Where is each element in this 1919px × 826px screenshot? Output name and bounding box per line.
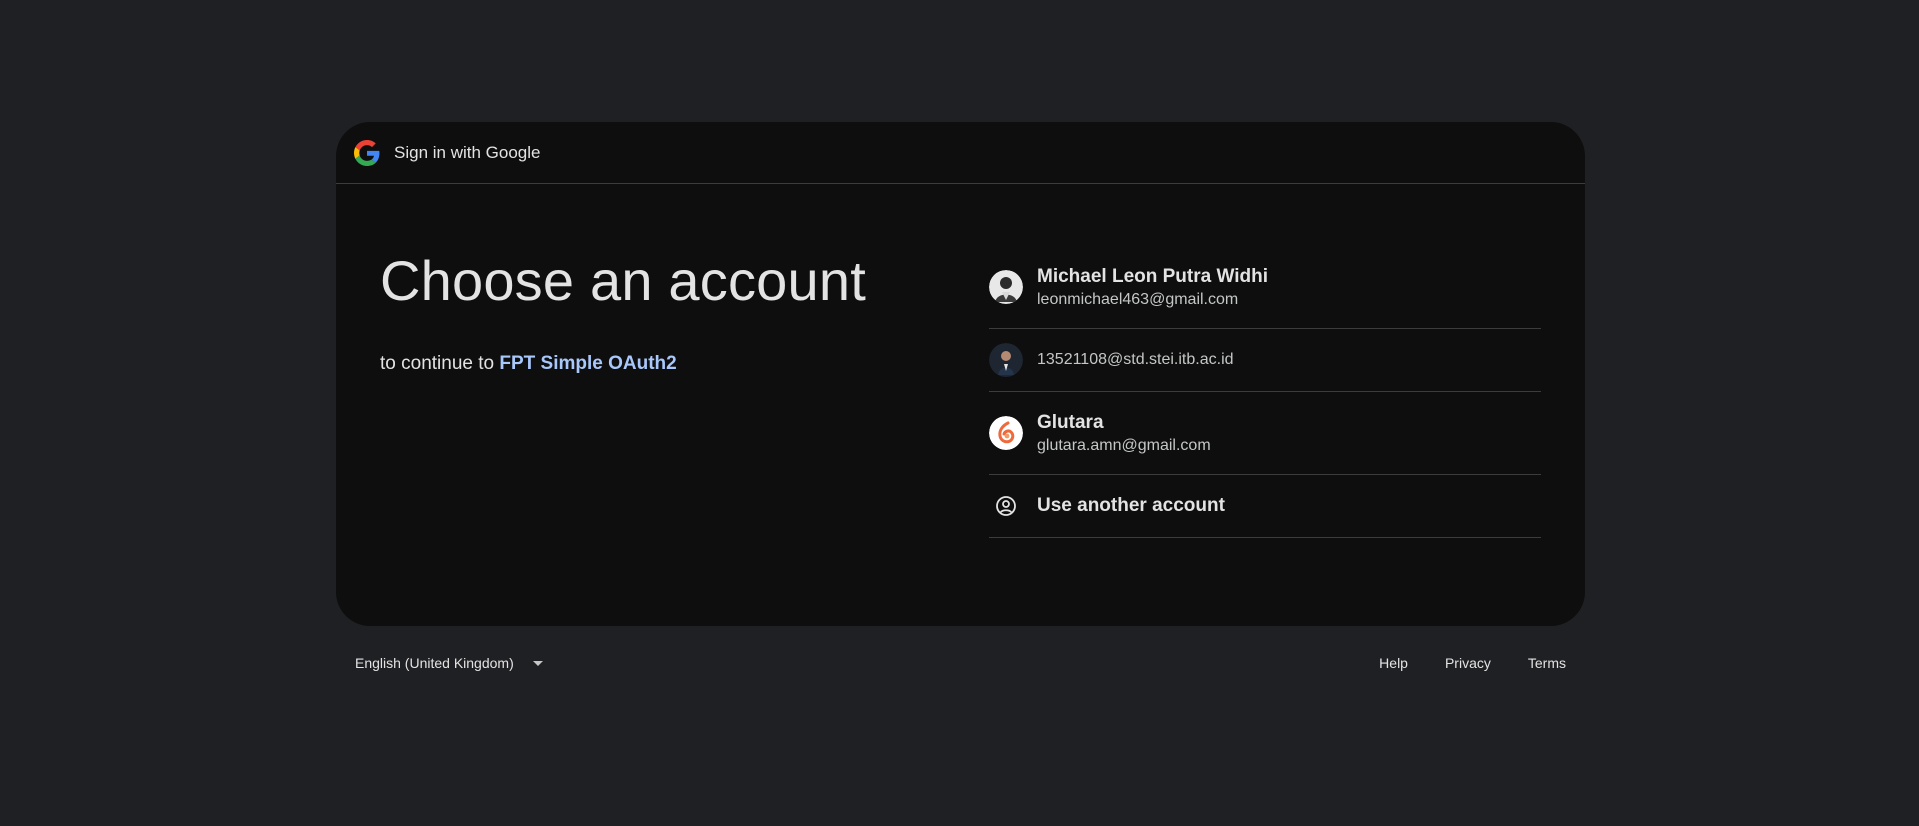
account-name: Glutara	[1037, 411, 1104, 433]
profile-photo-icon	[989, 270, 1023, 304]
account-email: glutara.amn@gmail.com	[1037, 436, 1211, 454]
account-circle-icon	[989, 489, 1023, 523]
avatar	[989, 416, 1023, 450]
account-item[interactable]: Michael Leon Putra Widhi leonmichael463@…	[989, 246, 1541, 329]
language-label: English (United Kingdom)	[355, 655, 514, 671]
language-selector[interactable]: English (United Kingdom)	[355, 655, 543, 671]
account-email: leonmichael463@gmail.com	[1037, 290, 1239, 308]
subtitle: to continue to FPT Simple OAuth2	[380, 353, 866, 375]
account-item[interactable]: Glutara glutara.amn@gmail.com	[989, 392, 1541, 475]
dropdown-caret-icon	[532, 660, 543, 666]
avatar	[989, 343, 1023, 377]
account-name: Michael Leon Putra Widhi	[1037, 265, 1269, 287]
header-title: Sign in with Google	[394, 142, 541, 162]
card-header: Sign in with Google	[336, 122, 1585, 184]
profile-photo-icon	[989, 343, 1023, 377]
terms-link[interactable]: Terms	[1528, 655, 1566, 671]
account-list: Michael Leon Putra Widhi leonmichael463@…	[989, 246, 1541, 538]
app-name-link[interactable]: FPT Simple OAuth2	[499, 353, 676, 374]
account-email: 13521108@std.stei.itb.ac.id	[1037, 351, 1234, 368]
account-item[interactable]: 13521108@std.stei.itb.ac.id	[989, 329, 1541, 392]
use-another-account-button[interactable]: Use another account	[989, 475, 1541, 538]
glutara-logo-icon	[989, 416, 1023, 450]
use-another-account-label: Use another account	[1037, 495, 1225, 516]
footer: English (United Kingdom) Help Privacy Te…	[336, 652, 1585, 676]
avatar	[989, 270, 1023, 304]
help-link[interactable]: Help	[1379, 655, 1408, 671]
subtitle-prefix: to continue to	[380, 353, 495, 374]
privacy-link[interactable]: Privacy	[1445, 655, 1491, 671]
page-title: Choose an account	[380, 249, 866, 312]
google-logo-icon	[354, 139, 380, 166]
footer-links: Help Privacy Terms	[1342, 655, 1566, 671]
sign-in-card: Sign in with Google Choose an account to…	[336, 122, 1585, 626]
left-panel: Choose an account to continue to FPT Sim…	[380, 248, 866, 375]
